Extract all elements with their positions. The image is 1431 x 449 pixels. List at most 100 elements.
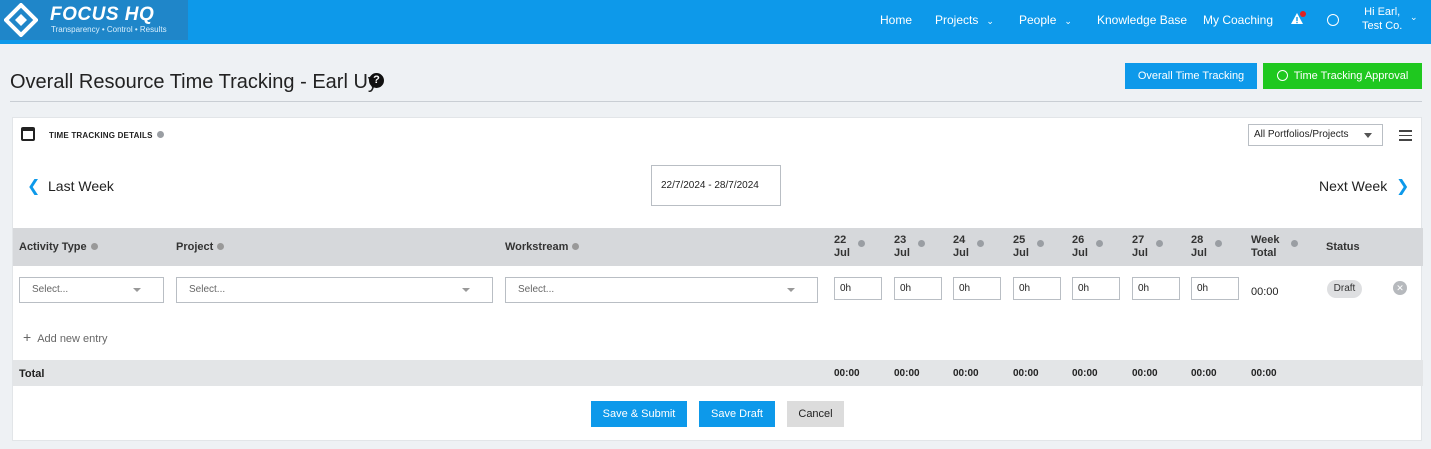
chevron-down-icon[interactable]: ⌄ <box>1410 12 1418 23</box>
user-company: Test Co. <box>1362 20 1403 32</box>
remove-row-icon[interactable]: ✕ <box>1393 281 1407 295</box>
header-week-total: Week Total <box>1251 234 1298 260</box>
focus-hq-logo[interactable]: FOCUS HQ Transparency • Control • Result… <box>0 0 188 40</box>
chevron-right-icon[interactable]: ❯ <box>1396 176 1409 196</box>
header-workstream-label: Workstream <box>505 241 569 253</box>
hours-input-26-jul[interactable] <box>1072 277 1120 300</box>
hours-input-22-jul[interactable] <box>834 277 882 300</box>
header-activity-type: Activity Type <box>19 241 98 253</box>
info-icon[interactable] <box>918 240 925 247</box>
total-value: 00:00 <box>894 368 920 379</box>
header-day-num: 22 <box>834 234 847 246</box>
nav-my-coaching[interactable]: My Coaching <box>1203 0 1273 40</box>
caret-down-icon <box>462 288 470 292</box>
chevron-left-icon[interactable]: ❮ <box>27 176 40 196</box>
nav-my-coaching-label: My Coaching <box>1203 13 1274 27</box>
header-day: 24 Jul <box>953 234 984 260</box>
nav-people-label: People <box>1019 13 1057 27</box>
total-week-value: 00:00 <box>1251 368 1277 379</box>
overall-time-tracking-button[interactable]: Overall Time Tracking <box>1125 63 1257 89</box>
portfolio-select[interactable]: All Portfolios/Projects <box>1248 124 1383 146</box>
header-day-num: 25 <box>1013 234 1026 246</box>
caret-down-icon <box>133 288 141 292</box>
caret-down-icon <box>787 288 795 292</box>
header-day: 28 Jul <box>1191 234 1222 260</box>
table-header: Activity Type Project Workstream 22 Jul 2… <box>13 228 1423 266</box>
header-day-month: Jul <box>834 247 850 259</box>
header-day-num: 28 <box>1191 234 1204 246</box>
portfolio-select-value: All Portfolios/Projects <box>1254 129 1349 140</box>
page-title: Overall Resource Time Tracking - Earl Uy <box>10 71 378 93</box>
card-title: TIME TRACKING DETAILS <box>49 131 164 140</box>
hours-input-25-jul[interactable] <box>1013 277 1061 300</box>
header-day-month: Jul <box>953 247 969 259</box>
hours-input-23-jul[interactable] <box>894 277 942 300</box>
notification-dot <box>1300 11 1306 17</box>
info-icon[interactable] <box>1037 240 1044 247</box>
caret-down-icon <box>1364 133 1372 138</box>
info-icon[interactable] <box>1096 240 1103 247</box>
hours-input-28-jul[interactable] <box>1191 277 1239 300</box>
header-day-num: 24 <box>953 234 966 246</box>
header-day-num: 23 <box>894 234 907 246</box>
last-week-link[interactable]: Last Week <box>48 178 114 194</box>
header-day-month: Jul <box>894 247 910 259</box>
next-week-link[interactable]: Next Week <box>1319 178 1387 194</box>
add-new-entry-button[interactable]: + Add new entry <box>23 329 108 345</box>
save-draft-button[interactable]: Save Draft <box>699 401 775 427</box>
header-activity-type-label: Activity Type <box>19 241 87 253</box>
info-icon[interactable] <box>156 131 164 138</box>
nav-knowledge-base[interactable]: Knowledge Base <box>1097 0 1187 40</box>
calendar-icon <box>21 127 35 141</box>
cancel-button[interactable]: Cancel <box>787 401 844 427</box>
save-submit-button[interactable]: Save & Submit <box>591 401 687 427</box>
nav-home[interactable]: Home <box>880 0 912 40</box>
header-day-num: 27 <box>1132 234 1145 246</box>
header-week-total-line1: Week <box>1251 234 1280 246</box>
header-day-month: Jul <box>1191 247 1207 259</box>
workstream-placeholder: Select... <box>518 284 555 295</box>
info-icon[interactable] <box>1156 240 1163 247</box>
card-title-text: TIME TRACKING DETAILS <box>49 131 153 140</box>
hours-input-27-jul[interactable] <box>1132 277 1180 300</box>
user-menu[interactable]: Hi Earl, Test Co. <box>1362 5 1402 33</box>
header-day: 22 Jul <box>834 234 865 260</box>
header-day-month: Jul <box>1013 247 1029 259</box>
nav-people[interactable]: People ⌄ <box>1019 0 1072 40</box>
header-day: 23 Jul <box>894 234 925 260</box>
header-project-label: Project <box>176 241 214 253</box>
title-divider <box>10 101 1422 102</box>
user-greeting: Hi Earl, <box>1364 6 1401 18</box>
hamburger-menu-icon[interactable] <box>1399 130 1412 144</box>
chevron-down-icon: ⌄ <box>1064 16 1072 26</box>
activity-type-select[interactable]: Select... <box>19 277 164 303</box>
time-tracking-approval-button[interactable]: Time Tracking Approval <box>1263 63 1422 89</box>
info-icon[interactable] <box>1291 240 1298 247</box>
info-icon[interactable] <box>977 240 984 247</box>
project-select[interactable]: Select... <box>176 277 493 303</box>
info-icon[interactable] <box>1215 240 1222 247</box>
info-icon[interactable] <box>90 243 98 250</box>
hours-input-24-jul[interactable] <box>953 277 1001 300</box>
table-row: Select... Select... Select... 00:00 Draf… <box>13 266 1423 316</box>
info-icon[interactable] <box>217 243 225 250</box>
info-icon[interactable] <box>572 243 580 250</box>
clock-icon <box>1276 70 1288 81</box>
header-day-month: Jul <box>1132 247 1148 259</box>
total-value: 00:00 <box>1191 368 1217 379</box>
total-value: 00:00 <box>1072 368 1098 379</box>
globe-icon[interactable] <box>1327 14 1339 26</box>
info-icon[interactable] <box>858 240 865 247</box>
header-day: 26 Jul <box>1072 234 1103 260</box>
total-value: 00:00 <box>834 368 860 379</box>
activity-type-placeholder: Select... <box>32 284 69 295</box>
header-day-month: Jul <box>1072 247 1088 259</box>
header-status: Status <box>1326 241 1360 253</box>
nav-projects[interactable]: Projects ⌄ <box>935 0 994 40</box>
header-day: 27 Jul <box>1132 234 1163 260</box>
workstream-select[interactable]: Select... <box>505 277 818 303</box>
help-icon[interactable]: ? <box>369 73 384 88</box>
time-tracking-approval-label: Time Tracking Approval <box>1293 70 1409 82</box>
date-range-field[interactable]: 22/7/2024 - 28/7/2024 <box>651 165 781 206</box>
header-day-num: 26 <box>1072 234 1085 246</box>
